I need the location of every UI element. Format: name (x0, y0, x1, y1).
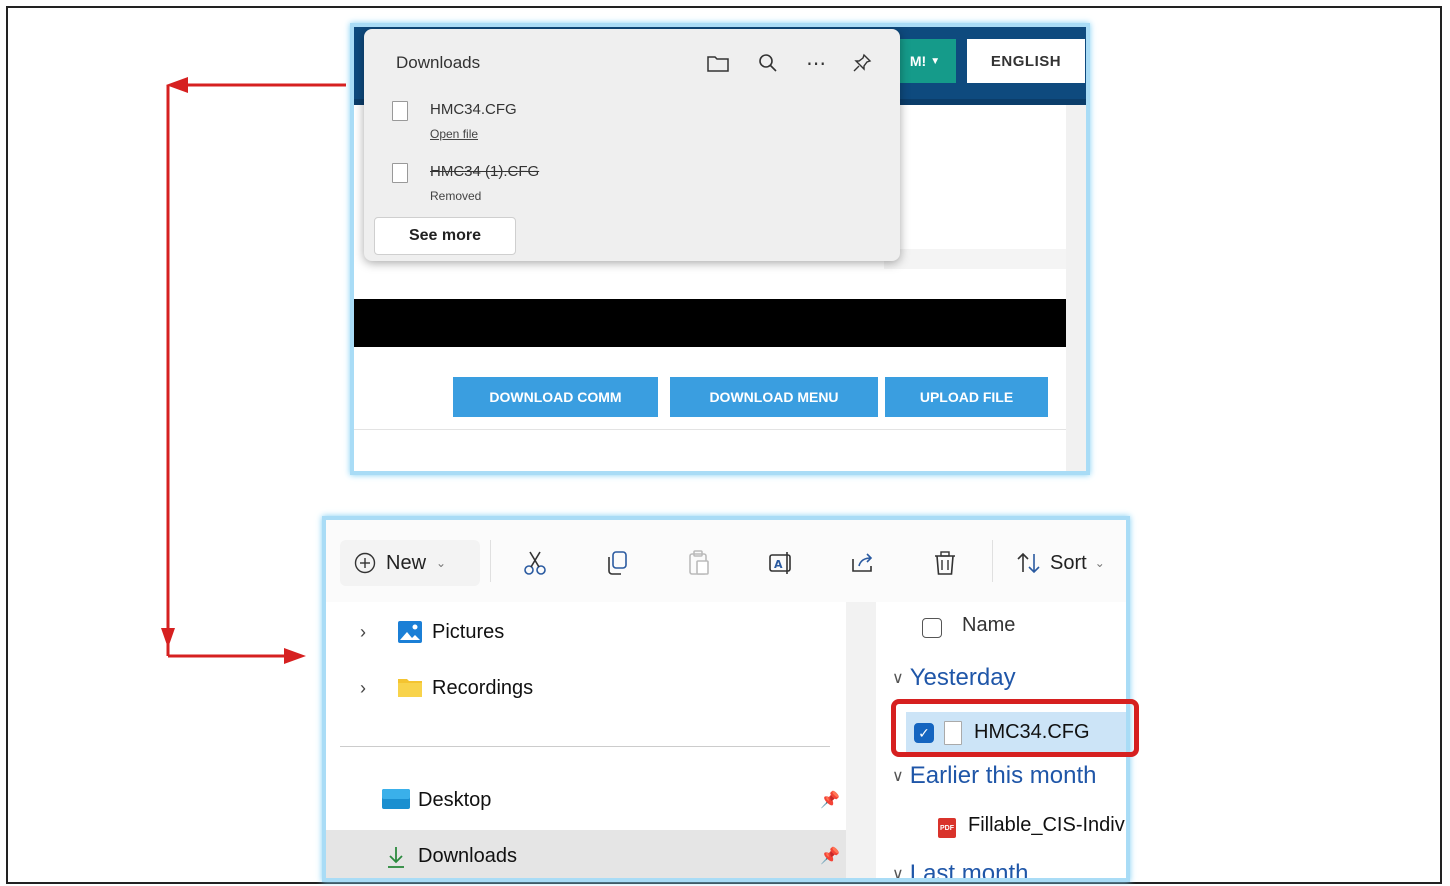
connector-arrow (161, 77, 346, 664)
